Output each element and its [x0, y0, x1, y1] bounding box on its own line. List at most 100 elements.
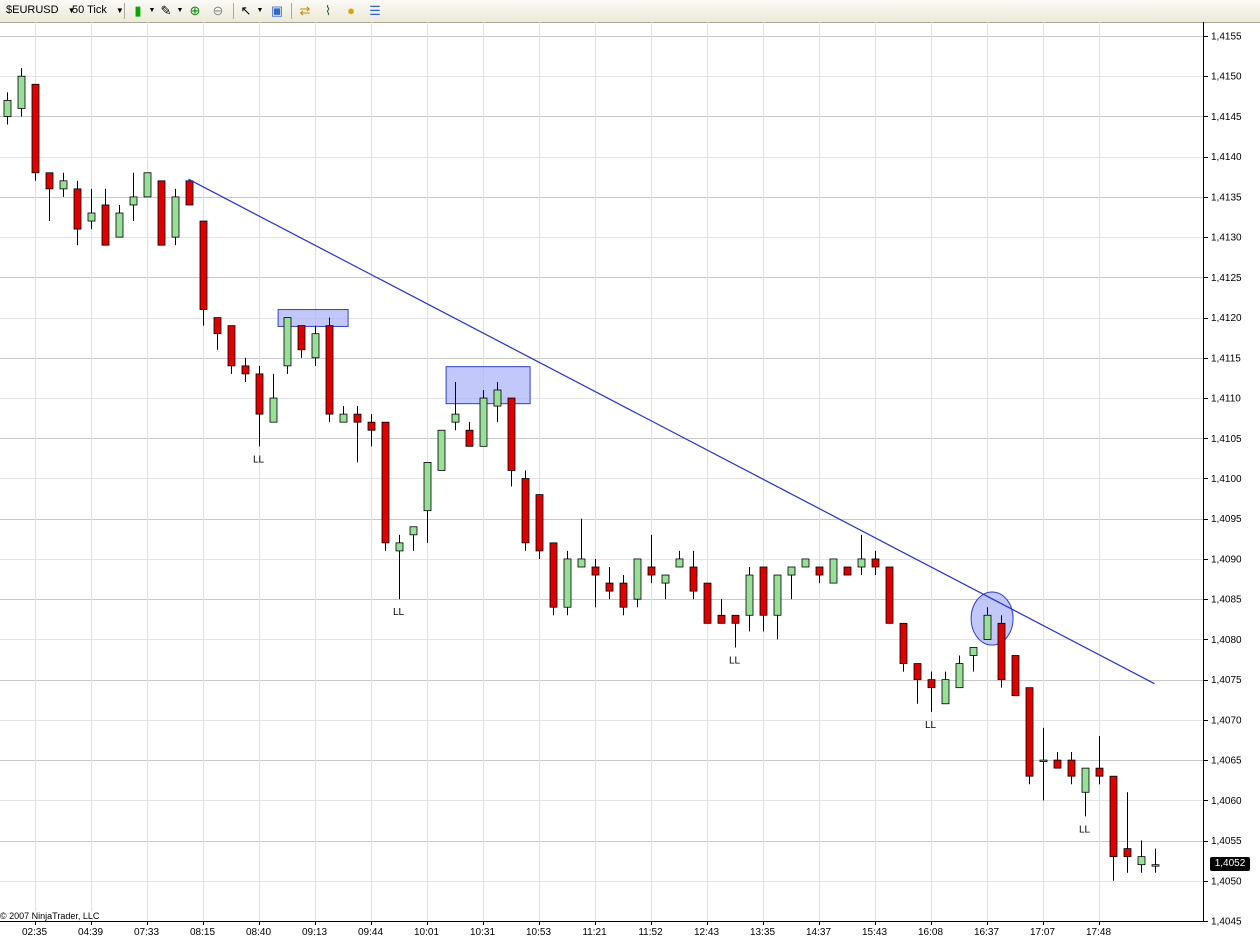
candle-down [31, 83, 40, 174]
candle-up [311, 333, 320, 359]
candle-up [269, 397, 278, 423]
y-tick-label: 1,4050 [1211, 876, 1242, 887]
candle-up [171, 196, 180, 238]
y-tick-label: 1,4125 [1211, 273, 1242, 284]
chevron-down-icon[interactable]: ▼ [172, 3, 188, 19]
interval-selector[interactable]: 50 Tick ▼ [72, 2, 124, 19]
candle-down [199, 220, 208, 310]
candle-down [227, 325, 236, 367]
data-box-icon[interactable]: ☰ [367, 3, 383, 19]
candle-down [885, 566, 894, 624]
candle-down [927, 679, 936, 689]
indicator-icon[interactable]: ⌇ [320, 3, 336, 19]
candle-up [955, 663, 964, 689]
candle-down [1109, 775, 1118, 858]
candle-down [521, 478, 530, 544]
candle-up [941, 679, 950, 705]
zoom-in-icon[interactable]: ⊕ [187, 3, 203, 19]
y-tick-label: 1,4100 [1211, 474, 1242, 485]
y-tick-label: 1,4105 [1211, 434, 1242, 445]
candle-down [647, 566, 656, 576]
candle-up [423, 462, 432, 512]
candle-down [535, 494, 544, 552]
candle-down [73, 188, 82, 230]
candle-up [745, 574, 754, 616]
strategy-icon[interactable]: ⇄ [297, 3, 313, 19]
y-tick-label: 1,4095 [1211, 514, 1242, 525]
y-tick-label: 1,4120 [1211, 313, 1242, 324]
candle-down [367, 421, 376, 431]
candle-up [633, 558, 642, 600]
candle-down [689, 566, 698, 592]
y-tick-label: 1,4045 [1211, 917, 1242, 928]
candle-up [1151, 864, 1160, 867]
candle-down [731, 614, 740, 624]
candle-down [815, 566, 824, 576]
y-tick-label: 1,4115 [1211, 353, 1241, 364]
zoom-out-icon[interactable]: ⊖ [210, 3, 226, 19]
candle-up [773, 574, 782, 616]
candle-up [479, 397, 488, 447]
y-tick-label: 1,4145 [1211, 112, 1242, 123]
x-tick-label: 10:53 [526, 927, 551, 938]
toolbar-divider [291, 3, 292, 19]
candle-up [1039, 759, 1048, 762]
candle-down [1011, 655, 1020, 697]
x-tick-label: 10:31 [470, 927, 495, 938]
chart-grid [0, 22, 1203, 922]
last-price-tag: 1,4052 [1210, 857, 1250, 871]
properties-icon[interactable]: ▣ [269, 3, 285, 19]
x-tick-label: 12:43 [694, 927, 719, 938]
x-tick-label: 10:01 [414, 927, 439, 938]
candle-up [1137, 856, 1146, 866]
candle-up [283, 317, 292, 367]
y-tick-label: 1,4085 [1211, 595, 1242, 606]
chevron-down-icon: ▼ [115, 6, 124, 15]
y-tick-label: 1,4135 [1211, 192, 1242, 203]
x-tick-label: 16:37 [974, 927, 999, 938]
candle-down [465, 429, 474, 447]
x-tick-label: 16:08 [918, 927, 943, 938]
candle-down [213, 317, 222, 335]
y-tick-label: 1,4140 [1211, 152, 1242, 163]
candle-up [801, 558, 810, 568]
candle-down [297, 325, 306, 351]
instrument-selector[interactable]: $EURUSD ▼ [6, 2, 76, 19]
candle-up [339, 413, 348, 423]
candle-down [1095, 767, 1104, 777]
candle-down [843, 566, 852, 576]
y-tick-label: 1,4130 [1211, 233, 1242, 244]
interval-label: 50 Tick [72, 4, 107, 16]
candle-down [507, 397, 516, 471]
coin-icon[interactable]: ● [343, 3, 359, 19]
x-tick-label: 17:07 [1030, 927, 1055, 938]
price-chart[interactable]: LL LL LL LL LL 1,4045 1,4050 1,4055 1,4060 1,406… [0, 22, 1260, 945]
chart-toolbar: $EURUSD ▼ 50 Tick ▼ ▮ ▼ ✎ ▼ ⊕ ⊖ ↖ ▼ ▣ ⇄ … [0, 0, 1260, 23]
highlight-ellipse [970, 591, 1014, 646]
highlight-rectangle [445, 366, 531, 405]
candle-up [563, 558, 572, 608]
candle-down [549, 542, 558, 608]
candle-down [759, 566, 768, 616]
candle-down [1067, 759, 1076, 777]
toolbar-divider [124, 3, 125, 19]
candle-down [717, 614, 726, 624]
toolbar-divider [233, 3, 234, 19]
ll-label: LL [729, 655, 741, 666]
candle-up [409, 526, 418, 536]
candle-up [395, 542, 404, 552]
y-tick-label: 1,4070 [1211, 715, 1242, 726]
instrument-label: $EURUSD [6, 4, 59, 16]
candle-down [899, 622, 908, 664]
x-tick-label: 11:21 [582, 927, 607, 938]
candle-up [577, 558, 586, 568]
candle-up [787, 566, 796, 576]
candle-down [157, 180, 166, 246]
chevron-down-icon[interactable]: ▼ [252, 3, 268, 19]
y-tick-label: 1,4080 [1211, 635, 1242, 646]
candle-up [143, 172, 152, 198]
x-tick-label: 17:48 [1086, 927, 1111, 938]
x-tick-label: 13:35 [750, 927, 775, 938]
x-tick-label: 09:44 [358, 927, 383, 938]
x-tick-label: 08:15 [190, 927, 215, 938]
